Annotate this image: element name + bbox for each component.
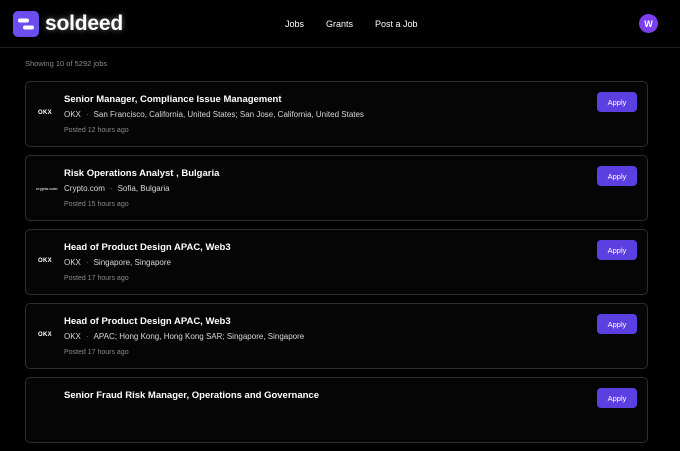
job-posted-time: Posted 15 hours ago — [64, 201, 129, 208]
job-title[interactable]: Head of Product Design APAC, Web3 — [64, 242, 231, 253]
job-meta: OKX · San Francisco, California, United St… — [64, 110, 364, 119]
job-card[interactable]: Senior Fraud Risk Manager, Operations an… — [25, 377, 648, 443]
apply-button[interactable]: Apply — [597, 388, 637, 408]
job-list: OKX Senior Manager, Compliance Issue Man… — [25, 81, 648, 451]
okx-logo-icon: OKX — [38, 258, 52, 264]
job-company: OKX — [64, 110, 81, 119]
apply-button[interactable]: Apply — [597, 314, 637, 334]
job-company: Crypto.com — [64, 184, 105, 193]
results-count: Showing 10 of 5292 jobs — [25, 59, 108, 68]
job-meta: OKX · Singapore, Singapore — [64, 258, 171, 267]
okx-logo-icon: OKX — [38, 332, 52, 338]
separator-dot: · — [85, 110, 89, 119]
soldeed-logo-icon — [13, 10, 39, 37]
crypto-com-logo-icon: crypto.com — [36, 186, 58, 191]
top-navbar: soldeed Jobs Grants Post a Job W — [0, 0, 680, 48]
brand[interactable]: soldeed — [13, 10, 123, 37]
job-card[interactable]: OKX Head of Product Design APAC, Web3 OK… — [25, 229, 648, 295]
job-posted-time: Posted 17 hours ago — [64, 275, 129, 282]
job-meta: OKX · APAC; Hong Kong, Hong Kong SAR; Sing… — [64, 332, 304, 341]
job-location: Singapore, Singapore — [93, 258, 171, 267]
apply-button[interactable]: Apply — [597, 166, 637, 186]
apply-button[interactable]: Apply — [597, 240, 637, 260]
nav-link-grants[interactable]: Grants — [326, 19, 353, 29]
job-posted-time: Posted 12 hours ago — [64, 127, 129, 134]
okx-logo-icon: OKX — [38, 110, 52, 116]
job-company: OKX — [64, 258, 81, 267]
nav-link-post-a-job[interactable]: Post a Job — [375, 19, 418, 29]
job-posted-time: Posted 17 hours ago — [64, 349, 129, 356]
main-nav: Jobs Grants Post a Job — [285, 0, 418, 48]
job-card[interactable]: crypto.com Risk Operations Analyst , Bul… — [25, 155, 648, 221]
nav-link-jobs[interactable]: Jobs — [285, 19, 304, 29]
user-avatar[interactable]: W — [639, 14, 658, 33]
job-title[interactable]: Head of Product Design APAC, Web3 — [64, 316, 231, 327]
job-card[interactable]: OKX Senior Manager, Compliance Issue Man… — [25, 81, 648, 147]
brand-name: soldeed — [45, 11, 123, 35]
separator-dot: · — [85, 258, 89, 267]
job-title[interactable]: Senior Manager, Compliance Issue Managem… — [64, 94, 282, 105]
job-card[interactable]: OKX Head of Product Design APAC, Web3 OK… — [25, 303, 648, 369]
job-location: APAC; Hong Kong, Hong Kong SAR; Singapor… — [93, 332, 305, 341]
job-location: Sofia, Bulgaria — [117, 184, 170, 193]
separator-dot: · — [109, 184, 113, 193]
separator-dot: · — [85, 332, 89, 341]
job-title[interactable]: Senior Fraud Risk Manager, Operations an… — [64, 390, 319, 401]
job-meta: Crypto.com · Sofia, Bulgaria — [64, 184, 170, 193]
job-company: OKX — [64, 332, 81, 341]
apply-button[interactable]: Apply — [597, 92, 637, 112]
job-title[interactable]: Risk Operations Analyst , Bulgaria — [64, 168, 219, 179]
job-location: San Francisco, California, United States… — [93, 110, 364, 119]
